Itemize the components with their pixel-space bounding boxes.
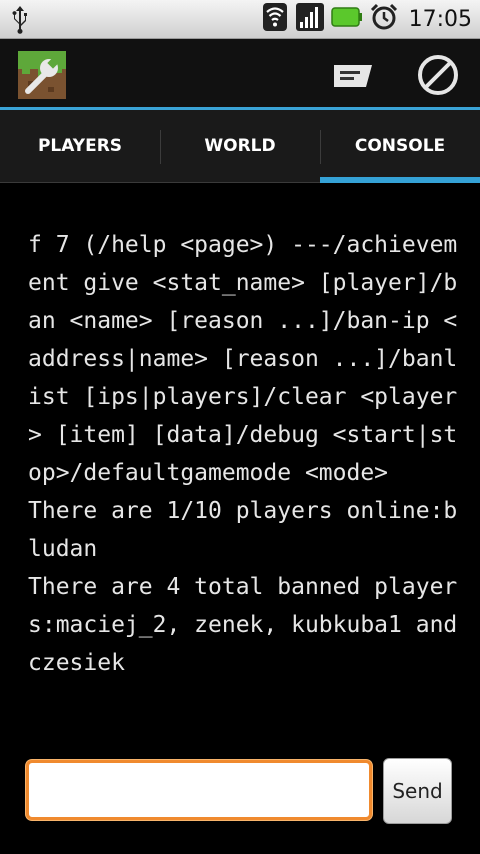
signal-icon (295, 2, 325, 36)
action-bar (0, 39, 480, 110)
tab-players[interactable]: PLAYERS (0, 110, 160, 182)
status-bar: 17:05 (0, 0, 480, 39)
command-input[interactable] (26, 760, 372, 820)
console-line: f 7 (/help <page>) ---/achievement give … (28, 232, 458, 486)
clock-time: 17:05 (408, 6, 472, 32)
tab-world[interactable]: WORLD (160, 110, 320, 182)
command-bar: Send (0, 756, 480, 854)
block-icon[interactable] (416, 53, 460, 101)
tab-label: WORLD (204, 136, 276, 156)
console-output[interactable]: f 7 (/help <page>) ---/achievement give … (28, 226, 458, 756)
wifi-icon (261, 2, 289, 36)
send-button[interactable]: Send (383, 758, 452, 824)
alarm-icon (369, 2, 399, 36)
console-line: There are 4 total banned players:maciej_… (28, 574, 458, 676)
message-icon[interactable] (332, 63, 374, 93)
app-icon[interactable] (18, 51, 66, 99)
console-line: There are 1/10 players online:bludan (28, 498, 458, 562)
battery-icon (330, 6, 363, 32)
usb-icon (10, 4, 30, 38)
tab-bar: PLAYERS WORLD CONSOLE (0, 110, 480, 183)
tab-console[interactable]: CONSOLE (320, 110, 480, 183)
tab-label: CONSOLE (354, 136, 446, 156)
tab-label: PLAYERS (37, 136, 123, 156)
